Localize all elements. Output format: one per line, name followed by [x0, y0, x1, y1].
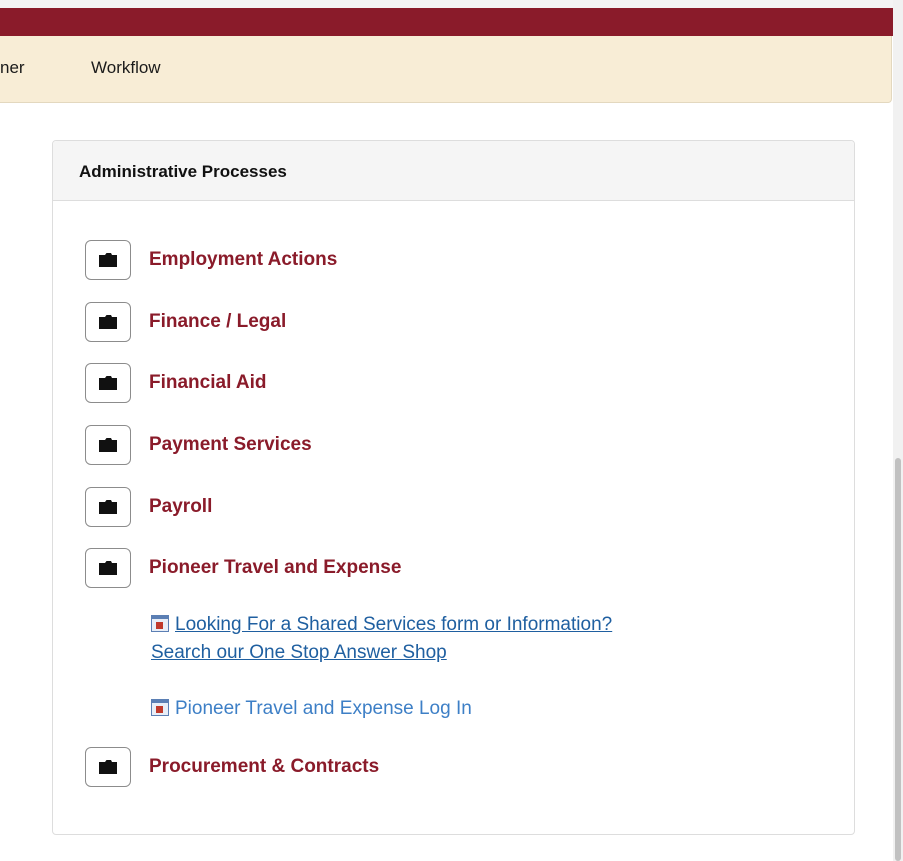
nav-item-partial[interactable]: ner	[0, 58, 38, 78]
folder-label-financial-aid[interactable]: Financial Aid	[149, 372, 267, 394]
form-link-icon	[151, 615, 169, 632]
folder-icon	[99, 253, 117, 267]
folder-row-payroll[interactable]: Payroll	[85, 486, 212, 528]
folder-icon	[99, 500, 117, 514]
folder-row-employment-actions[interactable]: Employment Actions	[85, 239, 337, 281]
travel-login-label[interactable]: Pioneer Travel and Expense Log In	[175, 698, 472, 719]
folder-row-procurement[interactable]: Procurement & Contracts	[85, 746, 379, 788]
folder-button[interactable]	[85, 363, 131, 403]
folder-row-financial-aid[interactable]: Financial Aid	[85, 362, 267, 404]
nav-item-workflow[interactable]: Workflow	[91, 58, 161, 78]
shared-services-link-line1[interactable]: Looking For a Shared Services form or In…	[175, 614, 612, 635]
folder-icon	[99, 376, 117, 390]
folder-label-payment-services[interactable]: Payment Services	[149, 434, 312, 456]
folder-label-procurement[interactable]: Procurement & Contracts	[149, 756, 379, 778]
travel-login-link[interactable]: Pioneer Travel and Expense Log In	[151, 695, 472, 723]
folder-label-employment-actions[interactable]: Employment Actions	[149, 249, 337, 271]
folder-icon	[99, 315, 117, 329]
folder-button[interactable]	[85, 240, 131, 280]
panel-heading: Administrative Processes	[53, 141, 854, 201]
form-link-icon	[151, 699, 169, 716]
panel-title: Administrative Processes	[79, 162, 287, 181]
folder-label-finance-legal[interactable]: Finance / Legal	[149, 311, 286, 333]
folder-button[interactable]	[85, 747, 131, 787]
navigation-bar: ner Workflow	[0, 36, 892, 103]
folder-row-payment-services[interactable]: Payment Services	[85, 424, 312, 466]
scrollbar-thumb[interactable]	[895, 458, 901, 861]
folder-icon	[99, 561, 117, 575]
folder-button[interactable]	[85, 487, 131, 527]
administrative-processes-panel: Administrative Processes Employment Acti…	[52, 140, 855, 835]
folder-row-pioneer-travel[interactable]: Pioneer Travel and Expense	[85, 547, 401, 589]
folder-button[interactable]	[85, 302, 131, 342]
shared-services-link-line2[interactable]: Search our One Stop Answer Shop	[151, 642, 447, 663]
folder-icon	[99, 760, 117, 774]
folder-button[interactable]	[85, 425, 131, 465]
folder-label-payroll[interactable]: Payroll	[149, 496, 212, 518]
page: ner Workflow Administrative Processes Em…	[0, 0, 893, 861]
vertical-scrollbar[interactable]	[893, 0, 903, 861]
folder-icon	[99, 438, 117, 452]
folder-button[interactable]	[85, 548, 131, 588]
folder-row-finance-legal[interactable]: Finance / Legal	[85, 301, 286, 343]
top-shade	[0, 0, 893, 8]
shared-services-link[interactable]: Looking For a Shared Services form or In…	[151, 611, 612, 667]
folder-label-pioneer-travel[interactable]: Pioneer Travel and Expense	[149, 557, 401, 579]
